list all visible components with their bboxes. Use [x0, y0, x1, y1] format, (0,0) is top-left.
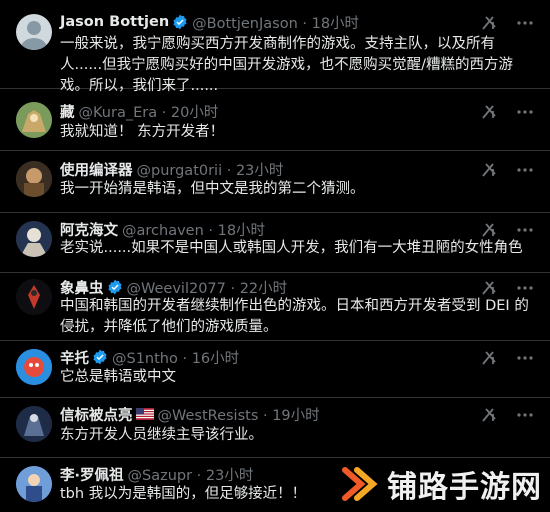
- verified-badge-icon: [107, 279, 122, 295]
- author-handle-time[interactable]: @Sazupr · 23小时: [128, 464, 254, 485]
- grok-icon[interactable]: [480, 349, 498, 367]
- avatar[interactable]: [16, 221, 52, 257]
- avatar[interactable]: [16, 279, 52, 315]
- grok-icon[interactable]: [480, 161, 498, 179]
- author-handle-time[interactable]: @archaven · 18小时: [122, 219, 265, 240]
- tweet-text: 东方开发人员继续主导该行业。: [60, 427, 263, 443]
- avatar[interactable]: [16, 406, 52, 442]
- tweet-text: 它总是韩语或中文: [60, 369, 176, 385]
- author-handle-time[interactable]: @Kura_Era · 20小时: [79, 101, 219, 122]
- tweet-item[interactable]: 辛托 @S1ntho · 16小时 它总是韩语或中文: [0, 341, 550, 398]
- author-handle-time[interactable]: @WestResists · 19小时: [158, 404, 320, 425]
- author-handle-time[interactable]: @S1ntho · 16小时: [112, 347, 239, 368]
- watermark-logo-icon: [342, 467, 378, 501]
- tweet-text: 我就知道！ 东方开发者！: [60, 124, 225, 140]
- author-name[interactable]: Jason Bottjen: [60, 14, 169, 30]
- tweet-text: 中国和韩国的开发者继续制作出色的游戏。日本和西方开发者受到 DEI 的侵扰，并降…: [60, 298, 529, 335]
- more-options-icon[interactable]: [514, 349, 536, 367]
- tweet-item[interactable]: 信标被点亮 @WestResists · 19小时 东方开发人员继续主导该行业。: [0, 398, 550, 458]
- verified-badge-icon: [173, 14, 187, 30]
- grok-icon[interactable]: [480, 406, 498, 424]
- author-name[interactable]: 信标被点亮: [60, 404, 133, 425]
- more-options-icon[interactable]: [514, 406, 536, 424]
- tweet-text: 老实说......如果不是中国人或韩国人开发，我们有一大堆丑陋的女性角色: [60, 240, 523, 256]
- author-name[interactable]: 使用编译器: [60, 159, 133, 180]
- tweet-item[interactable]: 藏 @Kura_Era · 20小时 我就知道！ 东方开发者！: [0, 89, 550, 151]
- verified-badge-icon: [93, 349, 107, 365]
- grok-icon[interactable]: [480, 279, 498, 297]
- more-options-icon[interactable]: [514, 103, 536, 121]
- author-name[interactable]: 象鼻虫: [60, 277, 104, 298]
- author-name[interactable]: 藏: [60, 101, 75, 122]
- grok-icon[interactable]: [480, 221, 498, 239]
- tweet-text: 一般来说，我宁愿购买西方开发商制作的游戏。支持主队，以及所有人......但我宁…: [60, 36, 514, 94]
- author-handle-time[interactable]: @BottjenJason · 18小时: [192, 12, 359, 33]
- more-options-icon[interactable]: [514, 279, 536, 297]
- author-name[interactable]: 辛托: [60, 347, 89, 368]
- tweet-item[interactable]: 象鼻虫 @Weevil2077 · 22小时 中国和韩国的开发者继续制作出色的游…: [0, 273, 550, 341]
- us-flag-icon: [135, 408, 154, 420]
- watermark: 铺路手游网: [339, 462, 542, 506]
- grok-icon[interactable]: [480, 103, 498, 121]
- more-options-icon[interactable]: [514, 14, 536, 32]
- avatar[interactable]: [16, 466, 52, 502]
- tweet-item[interactable]: 使用编译器 @purgat0rii · 23小时 我一开始猜是韩语，但中文是我的…: [0, 151, 550, 213]
- avatar[interactable]: [16, 14, 52, 50]
- avatar[interactable]: [16, 349, 52, 385]
- author-handle-time[interactable]: @purgat0rii · 23小时: [137, 159, 284, 180]
- watermark-text: 铺路手游网: [387, 470, 542, 505]
- grok-icon[interactable]: [480, 14, 498, 32]
- author-handle-time[interactable]: @Weevil2077 · 22小时: [127, 277, 288, 298]
- more-options-icon[interactable]: [514, 161, 536, 179]
- tweet-item[interactable]: 阿克海文 @archaven · 18小时 老实说......如果不是中国人或韩…: [0, 213, 550, 273]
- tweet-item[interactable]: Jason Bottjen @BottjenJason · 18小时 一般来说，…: [0, 0, 550, 94]
- avatar[interactable]: [16, 161, 52, 197]
- author-name[interactable]: 李·罗佩祖: [60, 464, 124, 485]
- more-options-icon[interactable]: [514, 221, 536, 239]
- tweet-text: 我一开始猜是韩语，但中文是我的第二个猜测。: [60, 181, 365, 197]
- avatar[interactable]: [16, 102, 52, 138]
- author-name[interactable]: 阿克海文: [60, 219, 118, 240]
